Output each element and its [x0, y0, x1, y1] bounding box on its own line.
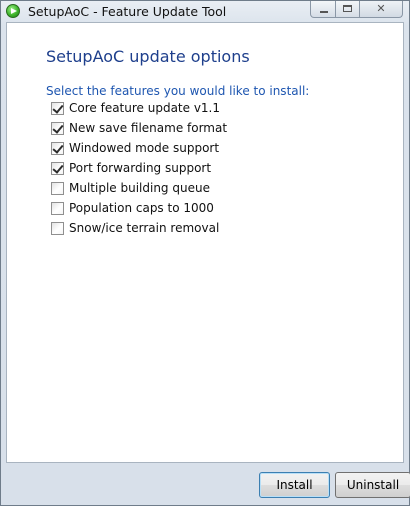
title-bar[interactable]: SetupAoC - Feature Update Tool ✕: [1, 1, 409, 22]
uninstall-button[interactable]: Uninstall: [335, 472, 410, 498]
feature-label: Port forwarding support: [69, 161, 212, 175]
minimize-icon: [320, 11, 328, 13]
close-button[interactable]: ✕: [360, 1, 403, 18]
install-button[interactable]: Install: [259, 472, 330, 498]
minimize-button[interactable]: [310, 1, 336, 18]
page-title: SetupAoC update options: [46, 47, 250, 66]
feature-option[interactable]: Population caps to 1000: [51, 199, 301, 217]
feature-label: Snow/ice terrain removal: [69, 221, 220, 235]
feature-option[interactable]: Windowed mode support: [51, 139, 301, 157]
feature-label: Windowed mode support: [69, 141, 220, 155]
maximize-icon: [343, 5, 352, 12]
feature-option[interactable]: Snow/ice terrain removal: [51, 219, 301, 237]
button-bar: Install Uninstall: [1, 463, 410, 505]
checkbox-checked[interactable]: [51, 101, 64, 115]
feature-option[interactable]: Core feature update v1.1: [51, 99, 301, 117]
maximize-button[interactable]: [336, 1, 360, 18]
dialog-window: SetupAoC - Feature Update Tool ✕ SetupAo…: [0, 0, 410, 506]
checkbox-unchecked[interactable]: [51, 221, 64, 235]
options-panel: SetupAoC update options Select the featu…: [6, 22, 404, 463]
feature-option[interactable]: New save filename format: [51, 119, 301, 137]
feature-label: Multiple building queue: [69, 181, 210, 195]
checkbox-checked[interactable]: [51, 161, 64, 175]
feature-label: Population caps to 1000: [69, 201, 214, 215]
feature-label: New save filename format: [69, 121, 228, 135]
close-icon: ✕: [376, 2, 386, 15]
checkbox-checked[interactable]: [51, 141, 64, 155]
caption-buttons: ✕: [310, 1, 403, 19]
feature-option[interactable]: Multiple building queue: [51, 179, 301, 197]
app-play-icon: [6, 4, 20, 18]
checkbox-unchecked[interactable]: [51, 181, 64, 195]
checkbox-unchecked[interactable]: [51, 201, 64, 215]
feature-label: Core feature update v1.1: [69, 101, 221, 115]
feature-prompt: Select the features you would like to in…: [46, 84, 310, 98]
checkbox-checked[interactable]: [51, 121, 64, 135]
feature-option[interactable]: Port forwarding support: [51, 159, 301, 177]
window-title: SetupAoC - Feature Update Tool: [28, 4, 227, 19]
